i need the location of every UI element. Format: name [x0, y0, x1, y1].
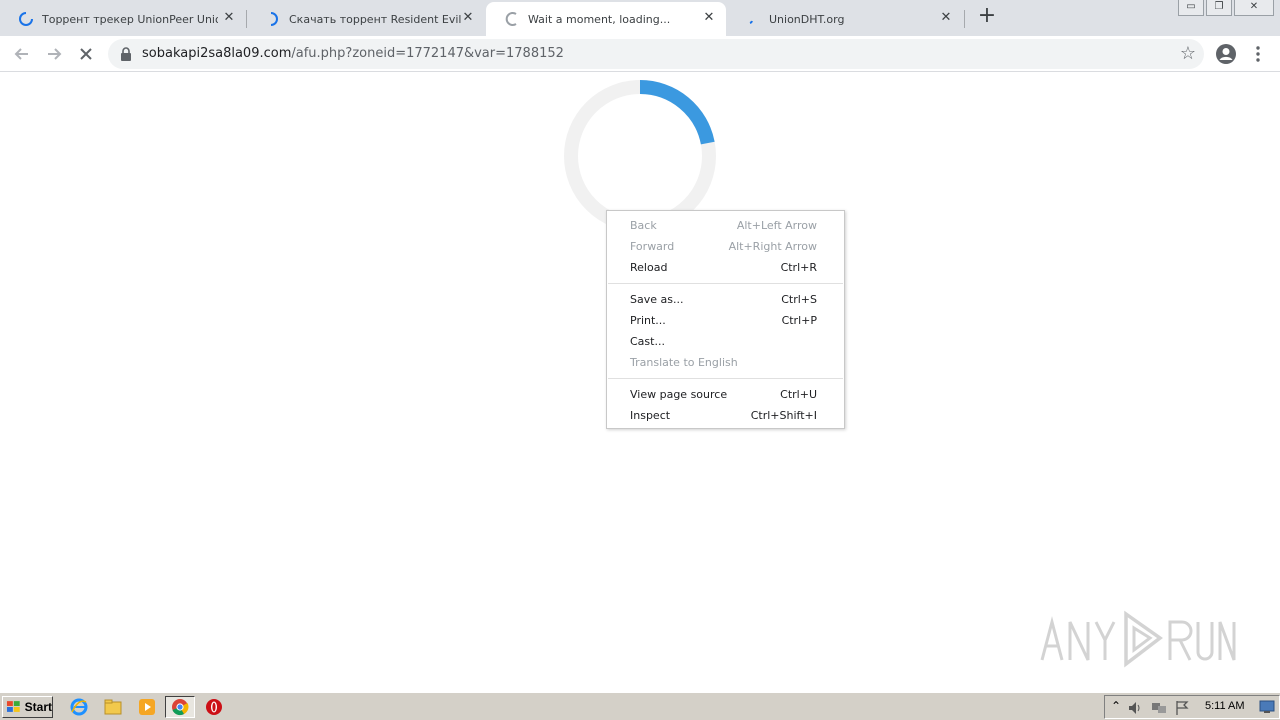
menu-item-reload[interactable]: Reload Ctrl+R — [607, 257, 844, 278]
network-icon[interactable] — [1151, 700, 1167, 716]
url-host: sobakapi2sa8la09.com — [142, 46, 292, 61]
stop-x-icon — [80, 48, 92, 60]
arrow-right-icon — [48, 48, 62, 60]
tab-wait-loading[interactable]: Wait a moment, loading... ✕ — [486, 2, 726, 36]
menu-item-shortcut: Alt+Right Arrow — [728, 240, 817, 253]
volume-icon[interactable] — [1127, 700, 1143, 716]
tab-resident-evil[interactable]: Скачать торрент Resident Evil 7: B ✕ — [247, 2, 485, 36]
browser-toolbar: sobakapi2sa8la09.com/afu.php?zoneid=1772… — [0, 36, 1280, 72]
system-tray: ⌃ 5:11 AM — [1104, 695, 1280, 719]
explorer-icon[interactable] — [102, 697, 124, 717]
show-desktop-icon[interactable] — [1259, 700, 1275, 714]
menu-item-inspect[interactable]: Inspect Ctrl+Shift+I — [607, 405, 844, 426]
menu-separator — [608, 283, 843, 284]
bookmark-star-icon[interactable]: ☆ — [1180, 43, 1196, 64]
menu-item-cast[interactable]: Cast... — [607, 331, 844, 352]
stop-button[interactable] — [72, 40, 100, 68]
action-center-flag-icon[interactable] — [1175, 700, 1189, 716]
windows-taskbar: Start ⌃ 5:11 AM — [0, 692, 1280, 720]
menu-item-shortcut: Ctrl+Shift+I — [750, 409, 817, 422]
menu-item-label: Save as... — [630, 293, 684, 306]
forward-button[interactable] — [40, 40, 68, 68]
url-text: sobakapi2sa8la09.com/afu.php?zoneid=1772… — [142, 46, 564, 61]
loading-spinner-icon — [265, 11, 281, 27]
menu-item-shortcut: Ctrl+U — [780, 388, 817, 401]
tab-unionpeer[interactable]: Торрент трекер UnionPeer UnionDH ✕ — [0, 2, 246, 36]
show-hidden-icons-icon[interactable]: ⌃ — [1111, 699, 1121, 713]
url-path: /afu.php?zoneid=1772147&var=1788152 — [291, 46, 564, 61]
menu-item-label: Back — [630, 219, 657, 232]
menu-item-label: Forward — [630, 240, 675, 253]
start-button[interactable]: Start — [2, 696, 53, 718]
menu-item-save-as[interactable]: Save as... Ctrl+S — [607, 289, 844, 310]
menu-item-label: Cast... — [630, 335, 665, 348]
menu-item-label: Translate to English — [630, 356, 738, 369]
menu-item-label: Print... — [630, 314, 666, 327]
spinner-progress-arc — [639, 80, 715, 145]
account-circle-icon — [1216, 44, 1236, 64]
menu-item-view-source[interactable]: View page source Ctrl+U — [607, 384, 844, 405]
ie-icon[interactable] — [68, 697, 90, 717]
tab-uniondht[interactable]: UnionDHT.org ✕ — [727, 2, 963, 36]
close-icon[interactable]: ✕ — [702, 11, 716, 25]
anyrun-watermark-logo — [1040, 610, 1236, 668]
menu-item-shortcut: Ctrl+S — [781, 293, 817, 306]
close-icon[interactable]: ✕ — [222, 11, 236, 25]
more-vert-icon — [1256, 46, 1260, 62]
opera-icon[interactable] — [203, 697, 225, 717]
close-icon[interactable]: ✕ — [461, 11, 475, 25]
tab-title: Wait a moment, loading... — [528, 12, 671, 26]
tab-strip: Торрент трекер UnionPeer UnionDH ✕ Скача… — [0, 0, 1280, 36]
new-tab-button[interactable]: + — [976, 5, 998, 28]
tab-title: UnionDHT.org — [769, 12, 845, 26]
menu-item-label: View page source — [630, 388, 728, 401]
context-menu: Back Alt+Left Arrow Forward Alt+Right Ar… — [606, 210, 845, 429]
back-button[interactable] — [8, 40, 36, 68]
tab-separator — [964, 10, 965, 28]
loading-spinner-icon — [745, 11, 761, 27]
start-label: Start — [24, 700, 52, 714]
lock-icon — [121, 47, 131, 61]
menu-item-print[interactable]: Print... Ctrl+P — [607, 310, 844, 331]
menu-button[interactable] — [1244, 40, 1272, 68]
tab-title: Торрент трекер UnionPeer UnionDH — [42, 12, 218, 26]
media-player-icon[interactable] — [136, 697, 158, 717]
menu-item-label: Inspect — [630, 409, 671, 422]
menu-item-translate[interactable]: Translate to English — [607, 352, 844, 373]
close-icon[interactable]: ✕ — [939, 11, 953, 25]
loading-spinner-icon — [504, 11, 520, 27]
minimize-button[interactable]: ▭ — [1178, 0, 1204, 16]
menu-item-shortcut: Alt+Left Arrow — [736, 219, 817, 232]
chrome-icon[interactable] — [165, 696, 195, 718]
window-close-button[interactable]: ✕ — [1234, 0, 1274, 16]
loading-spinner-icon — [18, 11, 34, 27]
menu-item-shortcut: Ctrl+P — [781, 314, 817, 327]
menu-separator — [608, 378, 843, 379]
window-controls: ▭ ❐ ✕ — [1178, 0, 1274, 16]
clock[interactable]: 5:11 AM — [1205, 700, 1245, 712]
arrow-left-icon — [14, 48, 28, 60]
menu-item-shortcut: Ctrl+R — [780, 261, 817, 274]
address-bar[interactable]: sobakapi2sa8la09.com/afu.php?zoneid=1772… — [108, 39, 1204, 69]
restore-button[interactable]: ❐ — [1206, 0, 1232, 16]
menu-item-back[interactable]: Back Alt+Left Arrow — [607, 215, 844, 236]
tab-title: Скачать торрент Resident Evil 7: B — [289, 12, 465, 26]
profile-button[interactable] — [1212, 40, 1240, 68]
windows-flag-icon — [6, 701, 20, 712]
menu-item-forward[interactable]: Forward Alt+Right Arrow — [607, 236, 844, 257]
menu-item-label: Reload — [630, 261, 668, 274]
